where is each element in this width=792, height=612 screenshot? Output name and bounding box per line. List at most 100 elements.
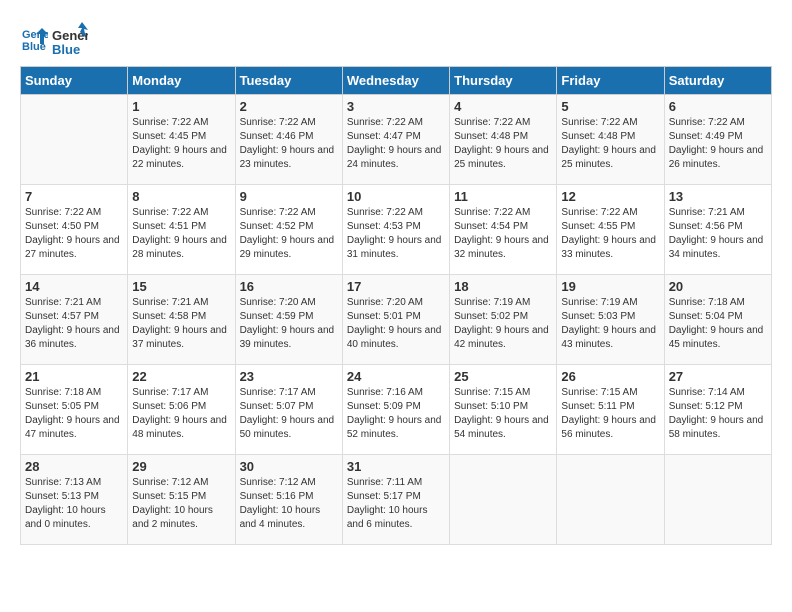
day-number: 27 [669,369,767,384]
col-header-thursday: Thursday [450,67,557,95]
cell-info: Sunrise: 7:22 AMSunset: 4:54 PMDaylight:… [454,206,552,262]
cell-info: Sunrise: 7:12 AMSunset: 5:16 PMDaylight:… [240,476,338,532]
col-header-monday: Monday [128,67,235,95]
day-cell: 24 Sunrise: 7:16 AMSunset: 5:09 PMDaylig… [342,365,449,455]
day-cell: 17 Sunrise: 7:20 AMSunset: 5:01 PMDaylig… [342,275,449,365]
day-cell: 6 Sunrise: 7:22 AMSunset: 4:49 PMDayligh… [664,95,771,185]
day-cell [450,455,557,545]
day-number: 19 [561,279,659,294]
day-number: 24 [347,369,445,384]
cell-info: Sunrise: 7:22 AMSunset: 4:53 PMDaylight:… [347,206,445,262]
day-number: 26 [561,369,659,384]
cell-info: Sunrise: 7:15 AMSunset: 5:11 PMDaylight:… [561,386,659,442]
day-number: 29 [132,459,230,474]
day-number: 25 [454,369,552,384]
day-cell: 4 Sunrise: 7:22 AMSunset: 4:48 PMDayligh… [450,95,557,185]
day-cell: 10 Sunrise: 7:22 AMSunset: 4:53 PMDaylig… [342,185,449,275]
day-number: 6 [669,99,767,114]
day-cell: 31 Sunrise: 7:11 AMSunset: 5:17 PMDaylig… [342,455,449,545]
cell-info: Sunrise: 7:22 AMSunset: 4:47 PMDaylight:… [347,116,445,172]
cell-info: Sunrise: 7:17 AMSunset: 5:07 PMDaylight:… [240,386,338,442]
day-number: 3 [347,99,445,114]
day-cell: 16 Sunrise: 7:20 AMSunset: 4:59 PMDaylig… [235,275,342,365]
day-number: 13 [669,189,767,204]
col-header-saturday: Saturday [664,67,771,95]
day-cell: 30 Sunrise: 7:12 AMSunset: 5:16 PMDaylig… [235,455,342,545]
day-number: 1 [132,99,230,114]
svg-text:Blue: Blue [52,42,80,56]
cell-info: Sunrise: 7:21 AMSunset: 4:56 PMDaylight:… [669,206,767,262]
day-number: 30 [240,459,338,474]
col-header-wednesday: Wednesday [342,67,449,95]
day-cell [21,95,128,185]
cell-info: Sunrise: 7:15 AMSunset: 5:10 PMDaylight:… [454,386,552,442]
cell-info: Sunrise: 7:13 AMSunset: 5:13 PMDaylight:… [25,476,123,532]
cell-info: Sunrise: 7:12 AMSunset: 5:15 PMDaylight:… [132,476,230,532]
cell-info: Sunrise: 7:22 AMSunset: 4:48 PMDaylight:… [454,116,552,172]
cell-info: Sunrise: 7:21 AMSunset: 4:57 PMDaylight:… [25,296,123,352]
day-cell: 28 Sunrise: 7:13 AMSunset: 5:13 PMDaylig… [21,455,128,545]
day-number: 18 [454,279,552,294]
cell-info: Sunrise: 7:22 AMSunset: 4:49 PMDaylight:… [669,116,767,172]
cell-info: Sunrise: 7:21 AMSunset: 4:58 PMDaylight:… [132,296,230,352]
day-cell: 15 Sunrise: 7:21 AMSunset: 4:58 PMDaylig… [128,275,235,365]
calendar-table: SundayMondayTuesdayWednesdayThursdayFrid… [20,66,772,545]
day-cell: 2 Sunrise: 7:22 AMSunset: 4:46 PMDayligh… [235,95,342,185]
col-header-tuesday: Tuesday [235,67,342,95]
cell-info: Sunrise: 7:20 AMSunset: 5:01 PMDaylight:… [347,296,445,352]
cell-info: Sunrise: 7:22 AMSunset: 4:48 PMDaylight:… [561,116,659,172]
cell-info: Sunrise: 7:22 AMSunset: 4:46 PMDaylight:… [240,116,338,172]
cell-info: Sunrise: 7:18 AMSunset: 5:04 PMDaylight:… [669,296,767,352]
day-cell: 19 Sunrise: 7:19 AMSunset: 5:03 PMDaylig… [557,275,664,365]
day-cell: 29 Sunrise: 7:12 AMSunset: 5:15 PMDaylig… [128,455,235,545]
cell-info: Sunrise: 7:22 AMSunset: 4:50 PMDaylight:… [25,206,123,262]
week-row-5: 28 Sunrise: 7:13 AMSunset: 5:13 PMDaylig… [21,455,772,545]
day-number: 16 [240,279,338,294]
day-number: 12 [561,189,659,204]
cell-info: Sunrise: 7:18 AMSunset: 5:05 PMDaylight:… [25,386,123,442]
cell-info: Sunrise: 7:11 AMSunset: 5:17 PMDaylight:… [347,476,445,532]
day-cell: 26 Sunrise: 7:15 AMSunset: 5:11 PMDaylig… [557,365,664,455]
logo: General Blue General Blue [20,20,88,56]
day-cell: 20 Sunrise: 7:18 AMSunset: 5:04 PMDaylig… [664,275,771,365]
day-number: 10 [347,189,445,204]
cell-info: Sunrise: 7:22 AMSunset: 4:52 PMDaylight:… [240,206,338,262]
day-number: 7 [25,189,123,204]
cell-info: Sunrise: 7:20 AMSunset: 4:59 PMDaylight:… [240,296,338,352]
day-number: 9 [240,189,338,204]
logo-icon: General Blue [20,24,48,52]
day-cell: 1 Sunrise: 7:22 AMSunset: 4:45 PMDayligh… [128,95,235,185]
day-cell: 3 Sunrise: 7:22 AMSunset: 4:47 PMDayligh… [342,95,449,185]
day-cell: 22 Sunrise: 7:17 AMSunset: 5:06 PMDaylig… [128,365,235,455]
header-row: SundayMondayTuesdayWednesdayThursdayFrid… [21,67,772,95]
cell-info: Sunrise: 7:22 AMSunset: 4:55 PMDaylight:… [561,206,659,262]
day-cell [557,455,664,545]
week-row-2: 7 Sunrise: 7:22 AMSunset: 4:50 PMDayligh… [21,185,772,275]
week-row-3: 14 Sunrise: 7:21 AMSunset: 4:57 PMDaylig… [21,275,772,365]
cell-info: Sunrise: 7:19 AMSunset: 5:02 PMDaylight:… [454,296,552,352]
day-cell: 23 Sunrise: 7:17 AMSunset: 5:07 PMDaylig… [235,365,342,455]
day-cell: 27 Sunrise: 7:14 AMSunset: 5:12 PMDaylig… [664,365,771,455]
day-number: 21 [25,369,123,384]
day-cell: 12 Sunrise: 7:22 AMSunset: 4:55 PMDaylig… [557,185,664,275]
cell-info: Sunrise: 7:14 AMSunset: 5:12 PMDaylight:… [669,386,767,442]
day-number: 28 [25,459,123,474]
day-number: 5 [561,99,659,114]
day-cell: 13 Sunrise: 7:21 AMSunset: 4:56 PMDaylig… [664,185,771,275]
day-cell: 5 Sunrise: 7:22 AMSunset: 4:48 PMDayligh… [557,95,664,185]
day-cell: 8 Sunrise: 7:22 AMSunset: 4:51 PMDayligh… [128,185,235,275]
col-header-friday: Friday [557,67,664,95]
page-header: General Blue General Blue [20,20,772,56]
day-cell: 25 Sunrise: 7:15 AMSunset: 5:10 PMDaylig… [450,365,557,455]
cell-info: Sunrise: 7:19 AMSunset: 5:03 PMDaylight:… [561,296,659,352]
day-number: 15 [132,279,230,294]
day-cell: 21 Sunrise: 7:18 AMSunset: 5:05 PMDaylig… [21,365,128,455]
day-number: 23 [240,369,338,384]
day-number: 8 [132,189,230,204]
week-row-4: 21 Sunrise: 7:18 AMSunset: 5:05 PMDaylig… [21,365,772,455]
cell-info: Sunrise: 7:17 AMSunset: 5:06 PMDaylight:… [132,386,230,442]
day-cell: 7 Sunrise: 7:22 AMSunset: 4:50 PMDayligh… [21,185,128,275]
day-number: 17 [347,279,445,294]
cell-info: Sunrise: 7:22 AMSunset: 4:51 PMDaylight:… [132,206,230,262]
day-cell [664,455,771,545]
